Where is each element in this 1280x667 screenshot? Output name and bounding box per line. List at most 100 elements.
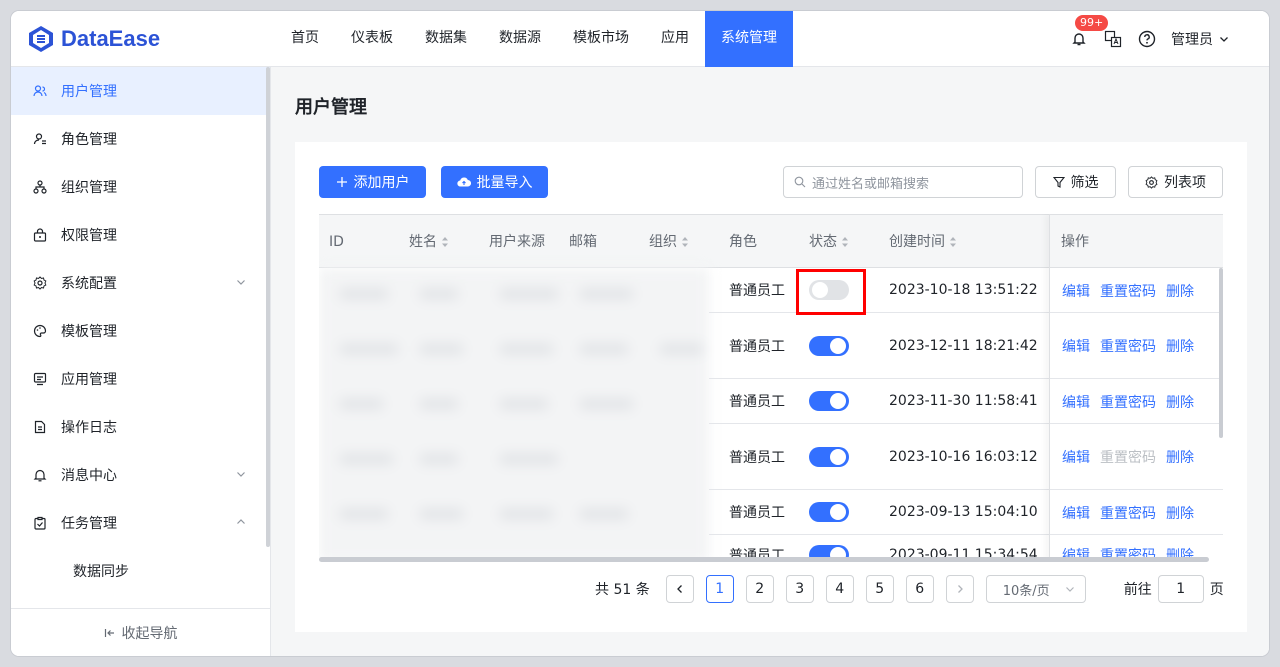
- chevron-down-icon: [1065, 587, 1074, 592]
- status-cell: [809, 490, 849, 534]
- sidebar-item-label: 权限管理: [61, 228, 117, 244]
- logo[interactable]: DataEase: [27, 25, 160, 53]
- sidebar-item-org-management[interactable]: 组织管理: [11, 163, 270, 211]
- next-page-button[interactable]: [945, 575, 974, 603]
- ops-cell: 编辑 重置密码 删除: [1062, 490, 1204, 535]
- sidebar-item-user-management[interactable]: 用户管理: [11, 67, 270, 115]
- pagination: 共 51 条 1 2 3 4 5 6 10条/页 前往 1 页: [595, 575, 1224, 603]
- add-user-button[interactable]: 添加用户: [319, 166, 426, 198]
- sort-icon: [682, 237, 688, 247]
- delete-link[interactable]: 删除: [1166, 392, 1194, 412]
- col-status[interactable]: 状态: [809, 215, 849, 269]
- delete-link[interactable]: 删除: [1166, 447, 1194, 467]
- filter-icon: [1052, 176, 1065, 188]
- page-button-3[interactable]: 3: [785, 575, 814, 603]
- goto-page-input[interactable]: 1: [1157, 575, 1204, 603]
- sort-icon: [950, 237, 956, 247]
- status-toggle[interactable]: [809, 335, 849, 356]
- ops-cell: 编辑 重置密码 删除: [1062, 424, 1204, 490]
- reset-password-link[interactable]: 重置密码: [1100, 281, 1156, 301]
- template-icon: [33, 324, 47, 338]
- plus-icon: [336, 177, 347, 187]
- status-cell: [809, 379, 849, 423]
- goto-label: 前往: [1123, 582, 1152, 598]
- dataease-logo-icon: [29, 26, 53, 52]
- sidebar-item-label: 消息中心: [61, 468, 117, 484]
- user-menu[interactable]: 管理员: [1171, 29, 1229, 49]
- column-settings-button[interactable]: 列表项: [1128, 166, 1223, 198]
- reset-password-link[interactable]: 重置密码: [1100, 503, 1156, 523]
- app-icon: [33, 372, 47, 386]
- nav-apps[interactable]: 应用: [645, 11, 705, 67]
- role-cell: 普通员工: [729, 505, 785, 521]
- horizontal-scrollbar[interactable]: [319, 557, 1209, 562]
- edit-link[interactable]: 编辑: [1062, 503, 1090, 523]
- batch-import-button[interactable]: 批量导入: [441, 166, 548, 198]
- ops-cell: 编辑 重置密码 删除: [1062, 313, 1204, 379]
- nav-dashboard[interactable]: 仪表板: [335, 11, 409, 67]
- app-name: DataEase: [61, 26, 161, 51]
- page-button-2[interactable]: 2: [745, 575, 774, 603]
- sidebar-item-system-config[interactable]: 系统配置: [11, 259, 270, 307]
- edit-link[interactable]: 编辑: [1062, 392, 1090, 412]
- collapse-nav-button[interactable]: 收起导航: [11, 608, 270, 656]
- page-size-select[interactable]: 10条/页: [985, 575, 1086, 603]
- status-toggle[interactable]: [809, 446, 849, 467]
- sidebar-subitem-data-sync[interactable]: 数据同步: [11, 547, 270, 595]
- search-input[interactable]: 通过姓名或邮箱搜索: [783, 166, 1023, 198]
- edit-link[interactable]: 编辑: [1062, 447, 1090, 467]
- created-cell: 2023-09-13 15:04:10: [889, 504, 1038, 520]
- nav-template-market[interactable]: 模板市场: [557, 11, 645, 67]
- page-button-4[interactable]: 4: [825, 575, 854, 603]
- permission-icon: [33, 228, 47, 242]
- sidebar-item-message-center[interactable]: 消息中心: [11, 451, 270, 499]
- nav-system-management[interactable]: 系统管理: [705, 11, 793, 67]
- sidebar-item-operation-log[interactable]: 操作日志: [11, 403, 270, 451]
- filter-button[interactable]: 筛选: [1035, 166, 1116, 198]
- vertical-scrollbar[interactable]: [1219, 268, 1223, 438]
- nav-dataset[interactable]: 数据集: [409, 11, 483, 67]
- status-toggle[interactable]: [809, 502, 849, 522]
- role-cell: 普通员工: [729, 283, 785, 299]
- sidebar-item-role-management[interactable]: 角色管理: [11, 115, 270, 163]
- notification-button[interactable]: 99+: [1069, 15, 1109, 49]
- chevron-down-icon: [237, 472, 245, 477]
- gear-icon: [1145, 175, 1158, 189]
- sidebar-item-task-management[interactable]: 任务管理: [11, 499, 270, 547]
- sidebar-item-template-management[interactable]: 模板管理: [11, 307, 270, 355]
- org-icon: [33, 180, 47, 194]
- edit-link[interactable]: 编辑: [1062, 336, 1090, 356]
- app-window: DataEase 首页 仪表板 数据集 数据源 模板市场 应用 系统管理 99+…: [11, 11, 1269, 656]
- nav-home[interactable]: 首页: [275, 11, 335, 67]
- sidebar-item-label: 用户管理: [61, 84, 117, 100]
- help-button[interactable]: [1137, 29, 1157, 49]
- reset-password-link[interactable]: 重置密码: [1100, 336, 1156, 356]
- bell-icon: [1072, 33, 1086, 46]
- top-bar: DataEase 首页 仪表板 数据集 数据源 模板市场 应用 系统管理 99+…: [11, 11, 1269, 67]
- col-email: 邮箱: [569, 234, 597, 250]
- reset-password-link[interactable]: 重置密码: [1100, 392, 1156, 412]
- created-cell: 2023-11-30 11:58:41: [889, 393, 1038, 409]
- col-name[interactable]: 姓名: [409, 215, 449, 269]
- status-toggle[interactable]: [809, 391, 849, 411]
- reset-password-link-disabled: 重置密码: [1100, 450, 1156, 466]
- delete-link[interactable]: 删除: [1166, 503, 1194, 523]
- sidebar-scrollbar[interactable]: [266, 67, 270, 547]
- sidebar-item-permission-management[interactable]: 权限管理: [11, 211, 270, 259]
- chevron-right-icon: [957, 585, 963, 593]
- nav-datasource[interactable]: 数据源: [483, 11, 557, 67]
- page-button-6[interactable]: 6: [905, 575, 934, 603]
- sidebar-item-label: 系统配置: [61, 276, 117, 292]
- edit-link[interactable]: 编辑: [1062, 281, 1090, 301]
- sidebar: 用户管理 角色管理 组织管理 权限管理 系统配置 模板管理 应用管理 操作日志 …: [11, 67, 271, 656]
- page-button-5[interactable]: 5: [865, 575, 894, 603]
- delete-link[interactable]: 删除: [1166, 281, 1194, 301]
- language-button[interactable]: [1103, 29, 1123, 49]
- sidebar-item-app-management[interactable]: 应用管理: [11, 355, 270, 403]
- prev-page-button[interactable]: [665, 575, 694, 603]
- delete-link[interactable]: 删除: [1166, 336, 1194, 356]
- col-org[interactable]: 组织: [649, 215, 689, 269]
- col-created[interactable]: 创建时间: [889, 215, 957, 269]
- col-id: ID: [329, 234, 344, 250]
- page-button-1[interactable]: 1: [705, 575, 734, 603]
